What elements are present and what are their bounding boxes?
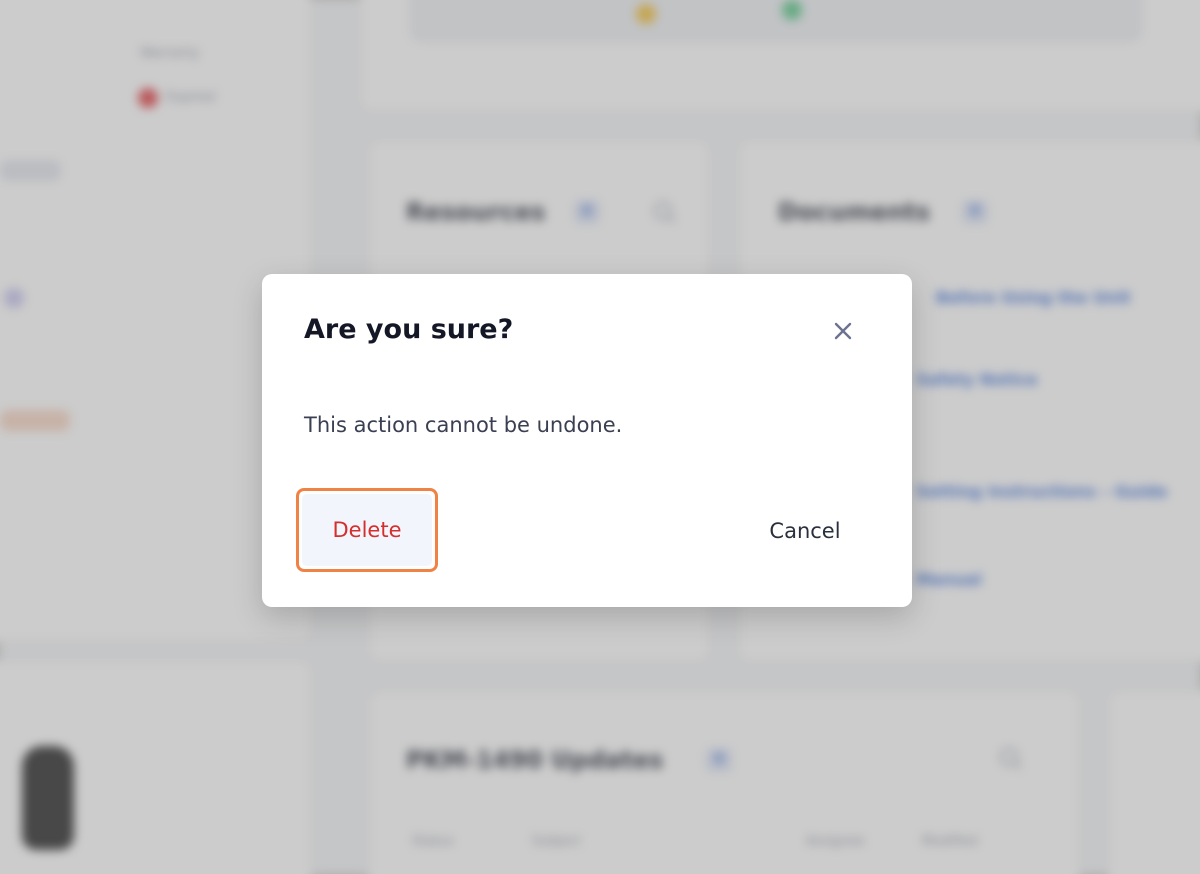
cancel-button[interactable]: Cancel (740, 492, 870, 570)
delete-button[interactable]: Delete (296, 488, 438, 572)
dialog-title: Are you sure? (304, 314, 514, 345)
delete-button-label: Delete (302, 494, 432, 566)
close-icon (833, 321, 853, 345)
dialog-message: This action cannot be undone. (304, 413, 623, 437)
close-button[interactable] (828, 318, 858, 348)
confirm-dialog: Are you sure? This action cannot be undo… (262, 274, 912, 607)
